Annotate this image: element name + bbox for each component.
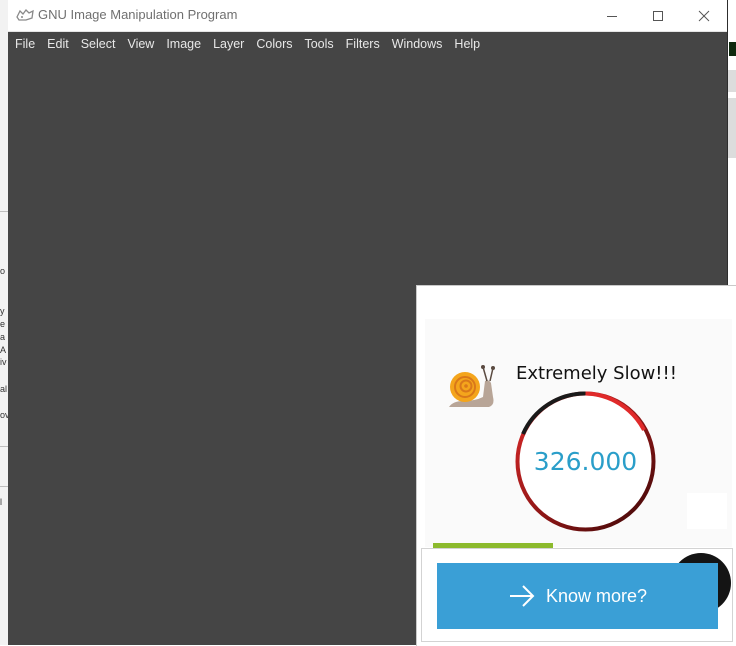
background-divider [0,211,8,212]
title-bar[interactable]: GNU Image Manipulation Program [8,0,727,32]
know-more-button[interactable]: Know more? [437,563,718,629]
menu-view[interactable]: View [127,37,154,51]
menu-file[interactable]: File [15,37,35,51]
background-graph [729,42,736,56]
menu-edit[interactable]: Edit [47,37,69,51]
background-text: al [0,384,8,394]
maximize-icon [653,10,663,21]
menu-bar: File Edit Select View Image Layer Colors… [8,32,727,56]
window-title: GNU Image Manipulation Program [38,7,238,22]
background-scrollbar [728,70,736,92]
know-more-label: Know more? [545,585,648,606]
background-text: e [0,319,6,329]
menu-image[interactable]: Image [166,37,201,51]
background-text: l [0,497,2,507]
background-divider [0,486,8,487]
background-text: o [0,266,6,276]
background-scrollbar-thumb [728,98,736,158]
menu-colors[interactable]: Colors [256,37,292,51]
gimp-app-icon [16,9,34,21]
know-more-panel: Know more? [421,548,733,642]
background-text: iv [0,357,7,367]
menu-help[interactable]: Help [454,37,480,51]
minimize-button[interactable] [589,0,635,31]
background-text: a [0,332,6,342]
background-divider [0,446,8,447]
background-text: A [0,345,7,355]
close-icon [698,10,710,21]
gauge-value: 326.000 [533,447,638,476]
menu-layer[interactable]: Layer [213,37,244,51]
menu-select[interactable]: Select [81,37,116,51]
menu-tools[interactable]: Tools [304,37,333,51]
maximize-button[interactable] [635,0,681,31]
ad-title: Extremely Slow!!! [516,363,677,384]
menu-filters[interactable]: Filters [346,37,380,51]
arrow-right-icon [509,585,535,607]
snail-icon [449,365,495,407]
ad-card: Extremely Slow!!! 326.000 Go [425,319,732,574]
background-text: y [0,306,5,316]
menu-windows[interactable]: Windows [392,37,443,51]
minimize-icon [607,15,617,17]
background-window-right [727,30,736,285]
close-button[interactable] [681,0,727,31]
ad-popup: Extremely Slow!!! 326.000 Go [416,285,736,646]
ad-blank-box [687,493,727,529]
